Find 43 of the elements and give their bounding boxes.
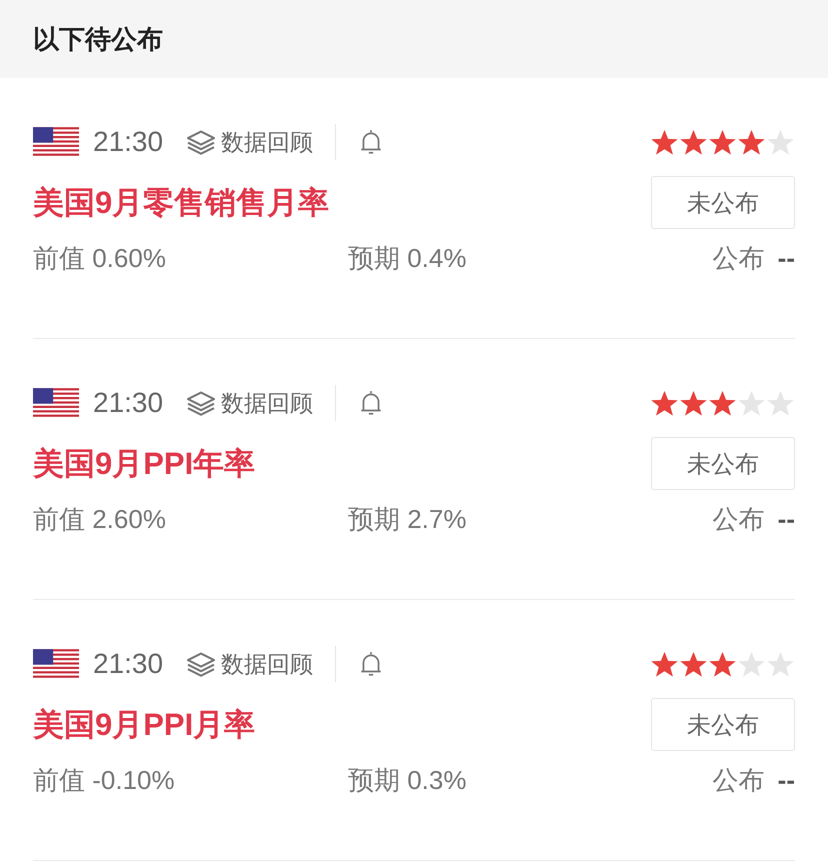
flag-icon — [33, 648, 79, 680]
event-title[interactable]: 美国9月零售销售月率 — [33, 182, 330, 224]
previous-value: 前值 -0.10% — [33, 764, 176, 797]
star-icon — [766, 650, 795, 678]
layers-icon — [185, 651, 218, 677]
star-icon — [737, 388, 766, 418]
previous-value: 前值 0.60% — [33, 242, 167, 275]
layers-icon — [185, 390, 218, 416]
event-time: 21:30 — [93, 648, 164, 680]
star-icon — [679, 388, 708, 418]
data-review-link[interactable]: 数据回顾 — [185, 388, 314, 418]
actual-value: 公布 -- — [712, 503, 795, 536]
flag-icon — [33, 388, 79, 418]
star-icon — [679, 128, 708, 156]
star-icon — [737, 650, 766, 678]
star-icon — [650, 128, 679, 156]
actual-value: 公布 -- — [712, 764, 795, 797]
star-icon — [766, 388, 795, 418]
forecast-value: 预期 0.4% — [348, 242, 466, 275]
star-icon — [650, 650, 679, 678]
forecast-value: 预期 2.7% — [348, 503, 466, 536]
section-title: 以下待公布 — [33, 24, 163, 56]
previous-value: 前值 2.60% — [33, 503, 167, 536]
star-icon — [650, 388, 679, 418]
layers-icon — [185, 129, 218, 155]
event-time: 21:30 — [93, 126, 164, 158]
actual-value: 公布 -- — [712, 242, 795, 275]
event-title[interactable]: 美国9月PPI年率 — [33, 442, 256, 484]
forecast-value: 预期 0.3% — [348, 764, 466, 797]
data-review-link[interactable]: 数据回顾 — [185, 126, 314, 158]
star-icon — [708, 128, 737, 156]
status-button[interactable]: 未公布 — [651, 698, 795, 751]
status-button[interactable]: 未公布 — [651, 437, 795, 490]
flag-icon — [33, 126, 79, 158]
event-time: 21:30 — [93, 387, 164, 419]
status-button[interactable]: 未公布 — [651, 176, 795, 229]
star-icon — [737, 128, 766, 156]
star-icon — [679, 650, 708, 678]
event-title[interactable]: 美国9月PPI月率 — [33, 704, 256, 746]
star-icon — [766, 128, 795, 156]
star-icon — [708, 388, 737, 418]
star-icon — [708, 650, 737, 678]
data-review-link[interactable]: 数据回顾 — [185, 648, 314, 680]
